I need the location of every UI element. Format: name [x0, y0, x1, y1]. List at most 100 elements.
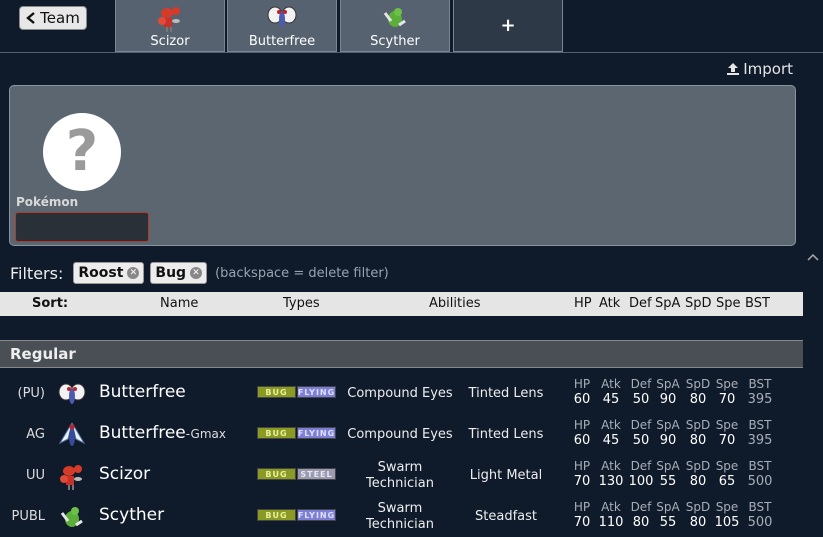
sort-by-spd[interactable]: SpD	[685, 296, 712, 311]
filter-hint: (backspace = delete filter)	[215, 265, 389, 281]
type-badges: BUG FLYING	[257, 427, 336, 439]
sort-by-bst[interactable]: BST	[745, 296, 770, 311]
sort-header: Sort: Name Types Abilities HP Atk Def Sp…	[0, 292, 803, 316]
add-pokemon-tab[interactable]: +	[453, 0, 563, 52]
stat-spa: SpA 55	[653, 500, 683, 530]
stat-label: Spe	[715, 500, 739, 514]
pokemon-row-butterfree[interactable]: (PU) Butterfree BUG FLYING Compound Eyes…	[0, 374, 803, 414]
upload-icon	[727, 63, 740, 75]
scroll-up-icon[interactable]	[807, 252, 819, 264]
stat-label: SpA	[656, 500, 680, 514]
stat-label: SpA	[656, 459, 680, 473]
tab-scizor[interactable]: Scizor	[115, 0, 225, 52]
stat-spe: Spe 105	[712, 500, 742, 530]
stat-hp: HP 60	[567, 377, 597, 407]
tab-butterfree[interactable]: Butterfree	[227, 0, 337, 52]
stat-def: Def 50	[626, 418, 656, 448]
pokemon-name: Butterfree-Gmax	[99, 423, 226, 443]
stat-label: Atk	[601, 459, 621, 473]
ability-1: Swarm Technician	[366, 460, 434, 491]
sort-by-abilities[interactable]: Abilities	[429, 296, 480, 311]
stat-def: Def 100	[626, 459, 656, 489]
stat-value: 80	[689, 392, 707, 407]
name-text: Scyther	[99, 505, 165, 525]
pokemon-row-scyther[interactable]: PUBL Scyther BUG FLYING Swarm Technician…	[0, 497, 803, 537]
stat-value: 55	[659, 515, 677, 530]
stat-value: 500	[747, 515, 773, 530]
stat-value: 70	[573, 515, 591, 530]
remove-filter-icon[interactable]: ✕	[190, 267, 203, 279]
stat-label: BST	[748, 377, 772, 391]
ability-1: Compound Eyes	[347, 386, 453, 401]
tab-label: Butterfree	[248, 34, 316, 49]
stat-value: 90	[659, 433, 677, 448]
pokemon-row-butterfree-gmax[interactable]: AG Butterfree-Gmax BUG FLYING Compound E…	[0, 415, 803, 455]
stat-label: Spe	[715, 418, 739, 432]
stat-label: Def	[630, 377, 652, 391]
pokemon-input[interactable]	[15, 212, 149, 242]
filter-chip-bug[interactable]: Bug ✕	[150, 262, 208, 284]
sort-by-name[interactable]: Name	[160, 296, 198, 311]
butterfree-sprite-icon	[267, 6, 297, 27]
sort-by-atk[interactable]: Atk	[599, 296, 620, 311]
stat-atk: Atk 110	[596, 500, 626, 530]
type-badges: BUG STEEL	[257, 468, 336, 480]
results-scrollbar[interactable]	[803, 246, 823, 537]
stat-atk: Atk 130	[596, 459, 626, 489]
stat-label: Spe	[715, 377, 739, 391]
stat-label: HP	[573, 377, 591, 391]
sort-by-types[interactable]: Types	[283, 296, 320, 311]
stat-label: SpD	[685, 377, 711, 391]
stat-value: 70	[718, 392, 736, 407]
stat-label: SpD	[685, 459, 711, 473]
sort-by-spe[interactable]: Spe	[716, 296, 741, 311]
stat-label: Def	[630, 418, 652, 432]
sort-by-hp[interactable]: HP	[574, 296, 592, 311]
stat-label: HP	[573, 418, 591, 432]
stat-spd: SpD 80	[683, 500, 713, 530]
tier-label: (PU)	[17, 386, 46, 401]
pokemon-placeholder-icon: ?	[43, 113, 121, 191]
type-bug-badge: BUG	[257, 427, 296, 439]
stat-value: 395	[747, 392, 773, 407]
stat-value: 55	[659, 474, 677, 489]
stat-label: HP	[573, 500, 591, 514]
filter-chip-roost[interactable]: Roost ✕	[73, 262, 145, 284]
stat-bst: BST 500	[745, 500, 775, 530]
import-button[interactable]: Import	[726, 60, 793, 78]
stat-label: Spe	[715, 459, 739, 473]
pokemon-name: Scyther	[99, 505, 164, 525]
tab-scyther[interactable]: Scyther	[340, 0, 450, 52]
name-text: Butterfree	[99, 423, 186, 443]
stat-label: Def	[630, 500, 652, 514]
type-badges: BUG FLYING	[257, 509, 336, 521]
back-to-team-button[interactable]: Team	[19, 6, 87, 30]
sort-by-def[interactable]: Def	[629, 296, 652, 311]
ability-1: Compound Eyes	[347, 427, 453, 442]
remove-filter-icon[interactable]: ✕	[127, 267, 140, 279]
sort-by-spa[interactable]: SpA	[655, 296, 680, 311]
type-flying-badge: FLYING	[297, 509, 336, 521]
pokemon-row-scizor[interactable]: UU Scizor BUG STEEL Swarm Technician Lig…	[0, 456, 803, 496]
filters-bar: Filters: Roost ✕ Bug ✕ (backspace = dele…	[10, 262, 389, 284]
stat-spa: SpA 90	[653, 377, 683, 407]
tier-label: PUBL	[11, 509, 45, 524]
type-badges: BUG FLYING	[257, 386, 336, 398]
stat-value: 90	[659, 392, 677, 407]
stat-value: 45	[602, 433, 620, 448]
stat-value: 65	[718, 474, 736, 489]
tier-label: UU	[25, 468, 45, 483]
type-bug-badge: BUG	[257, 509, 296, 521]
stat-label: Def	[630, 459, 652, 473]
stat-atk: Atk 45	[596, 418, 626, 448]
ability-2: Light Metal	[469, 468, 543, 483]
stat-label: BST	[748, 500, 772, 514]
tab-label: Scizor	[150, 34, 190, 49]
type-steel-badge: STEEL	[297, 468, 336, 480]
stat-spd: SpD 80	[683, 459, 713, 489]
filter-chip-label: Roost	[78, 265, 124, 281]
stat-spe: Spe 70	[712, 418, 742, 448]
stat-value: 45	[602, 392, 620, 407]
chevron-left-icon	[26, 12, 35, 24]
stat-bst: BST 395	[745, 377, 775, 407]
